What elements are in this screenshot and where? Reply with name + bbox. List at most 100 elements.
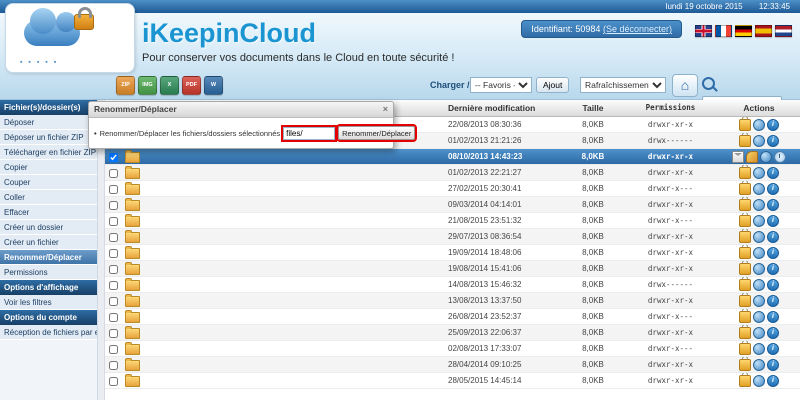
- close-icon[interactable]: ×: [383, 102, 388, 117]
- lock-icon[interactable]: [739, 215, 751, 227]
- table-row[interactable]: 29/07/2013 08:36:548,0KBdrwxr-xr-x: [105, 229, 800, 245]
- lock-icon[interactable]: [739, 375, 751, 387]
- table-row[interactable]: 26/08/2014 23:52:378,0KBdrwxr-x---: [105, 309, 800, 325]
- sidebar-item-cr-er-un-fichier[interactable]: Créer un fichier: [0, 235, 97, 250]
- rename-move-button[interactable]: Renommer/Déplacer: [338, 126, 415, 140]
- globe-icon[interactable]: [753, 231, 765, 243]
- row-checkbox[interactable]: [109, 361, 118, 370]
- row-checkbox[interactable]: [109, 377, 118, 386]
- info-icon[interactable]: [767, 263, 779, 275]
- row-checkbox[interactable]: [109, 265, 118, 274]
- info-icon[interactable]: [767, 279, 779, 291]
- word-file-icon[interactable]: W: [204, 76, 223, 95]
- lock-icon[interactable]: [739, 199, 751, 211]
- table-row[interactable]: 28/04/2014 09:10:258,0KBdrwxr-xr-x: [105, 357, 800, 373]
- row-checkbox[interactable]: [109, 217, 118, 226]
- flag-nl-icon[interactable]: [775, 25, 792, 37]
- table-row[interactable]: 19/08/2014 15:41:068,0KBdrwxr-xr-x: [105, 261, 800, 277]
- info-icon[interactable]: [767, 199, 779, 211]
- flag-uk-icon[interactable]: [695, 25, 712, 37]
- lock-icon[interactable]: [739, 327, 751, 339]
- info-icon[interactable]: [767, 327, 779, 339]
- rename-path-input[interactable]: [283, 127, 335, 140]
- row-checkbox[interactable]: [109, 345, 118, 354]
- logout-link[interactable]: (Se déconnecter): [603, 24, 672, 34]
- lock-icon[interactable]: [739, 343, 751, 355]
- row-checkbox[interactable]: [109, 233, 118, 242]
- globe-icon[interactable]: [753, 119, 765, 131]
- pdf-file-icon[interactable]: PDF: [182, 76, 201, 95]
- header-permissions[interactable]: Permissions: [623, 100, 718, 116]
- globe-icon[interactable]: [753, 327, 765, 339]
- ajout-button[interactable]: Ajout: [536, 77, 569, 93]
- table-row[interactable]: 25/09/2013 22:06:378,0KBdrwxr-xr-x: [105, 325, 800, 341]
- table-row[interactable]: 28/05/2015 14:45:148,0KBdrwxr-xr-x: [105, 373, 800, 389]
- lock-icon[interactable]: [739, 295, 751, 307]
- row-checkbox[interactable]: [109, 169, 118, 178]
- sidebar-item-t-l-charger-en-fichier-zip[interactable]: Télécharger en fichier ZIP: [0, 145, 97, 160]
- lock-icon[interactable]: [739, 247, 751, 259]
- row-checkbox[interactable]: [109, 329, 118, 338]
- sidebar-item-d-poser-un-fichier-zip[interactable]: Déposer un fichier ZIP: [0, 130, 97, 145]
- info-icon[interactable]: [767, 343, 779, 355]
- sidebar-item-r-ception-de-fichiers-par-email[interactable]: Réception de fichiers par email: [0, 325, 97, 340]
- globe-icon[interactable]: [753, 311, 765, 323]
- info-icon[interactable]: [767, 167, 779, 179]
- info-icon[interactable]: [767, 359, 779, 371]
- table-row[interactable]: 27/02/2015 20:30:418,0KBdrwxr-x---: [105, 181, 800, 197]
- row-checkbox[interactable]: [109, 153, 118, 162]
- flag-fr-icon[interactable]: [715, 25, 732, 37]
- globe-icon[interactable]: [753, 359, 765, 371]
- globe-icon[interactable]: [753, 183, 765, 195]
- sidebar-item-voir-les-filtres[interactable]: Voir les filtres: [0, 295, 97, 310]
- info-icon[interactable]: [767, 375, 779, 387]
- lock-icon[interactable]: [739, 183, 751, 195]
- excel-file-icon[interactable]: X: [160, 76, 179, 95]
- refresh-select[interactable]: Rafraîchissement: [580, 77, 666, 93]
- table-row[interactable]: 13/08/2013 13:37:508,0KBdrwxr-xr-x: [105, 293, 800, 309]
- home-button[interactable]: ⌂: [672, 74, 698, 97]
- mail-icon[interactable]: [732, 151, 744, 163]
- flag-de-icon[interactable]: [735, 25, 752, 37]
- row-checkbox[interactable]: [109, 281, 118, 290]
- globe-icon[interactable]: [753, 247, 765, 259]
- lock-icon[interactable]: [739, 279, 751, 291]
- favoris-select[interactable]: -- Favoris --: [470, 77, 532, 93]
- row-checkbox[interactable]: [109, 297, 118, 306]
- info-icon[interactable]: [767, 247, 779, 259]
- row-checkbox[interactable]: [109, 313, 118, 322]
- edit-icon[interactable]: [746, 151, 758, 163]
- sidebar-item-coller[interactable]: Coller: [0, 190, 97, 205]
- info-icon[interactable]: [767, 135, 779, 147]
- lock-icon[interactable]: [739, 263, 751, 275]
- sidebar-item-d-poser[interactable]: Déposer: [0, 115, 97, 130]
- globe-icon[interactable]: [753, 215, 765, 227]
- lock-icon[interactable]: [739, 167, 751, 179]
- search-icon[interactable]: [702, 77, 715, 90]
- row-checkbox[interactable]: [109, 185, 118, 194]
- info-icon[interactable]: [767, 183, 779, 195]
- info-icon[interactable]: [767, 295, 779, 307]
- sidebar-item-permissions[interactable]: Permissions: [0, 265, 97, 280]
- globe-icon[interactable]: [753, 135, 765, 147]
- table-row[interactable]: 08/10/2013 14:43:238,0KBdrwxr-xr-x: [105, 149, 800, 165]
- sidebar-item-copier[interactable]: Copier: [0, 160, 97, 175]
- info-icon[interactable]: [767, 215, 779, 227]
- row-checkbox[interactable]: [109, 249, 118, 258]
- header-modified[interactable]: Dernière modification: [448, 100, 563, 116]
- info-icon[interactable]: [767, 231, 779, 243]
- lock-icon[interactable]: [739, 135, 751, 147]
- info-icon[interactable]: [767, 119, 779, 131]
- globe-icon[interactable]: [760, 151, 772, 163]
- lock-icon[interactable]: [739, 311, 751, 323]
- lock-icon[interactable]: [739, 119, 751, 131]
- row-checkbox[interactable]: [109, 201, 118, 210]
- sidebar-item-renommer-d-placer[interactable]: Renommer/Déplacer: [0, 250, 97, 265]
- sidebar-item-cr-er-un-dossier[interactable]: Créer un dossier: [0, 220, 97, 235]
- image-file-icon[interactable]: IMG: [138, 76, 157, 95]
- globe-icon[interactable]: [753, 375, 765, 387]
- table-row[interactable]: 19/09/2014 18:48:068,0KBdrwxr-xr-x: [105, 245, 800, 261]
- globe-icon[interactable]: [753, 295, 765, 307]
- globe-icon[interactable]: [753, 279, 765, 291]
- globe-icon[interactable]: [753, 199, 765, 211]
